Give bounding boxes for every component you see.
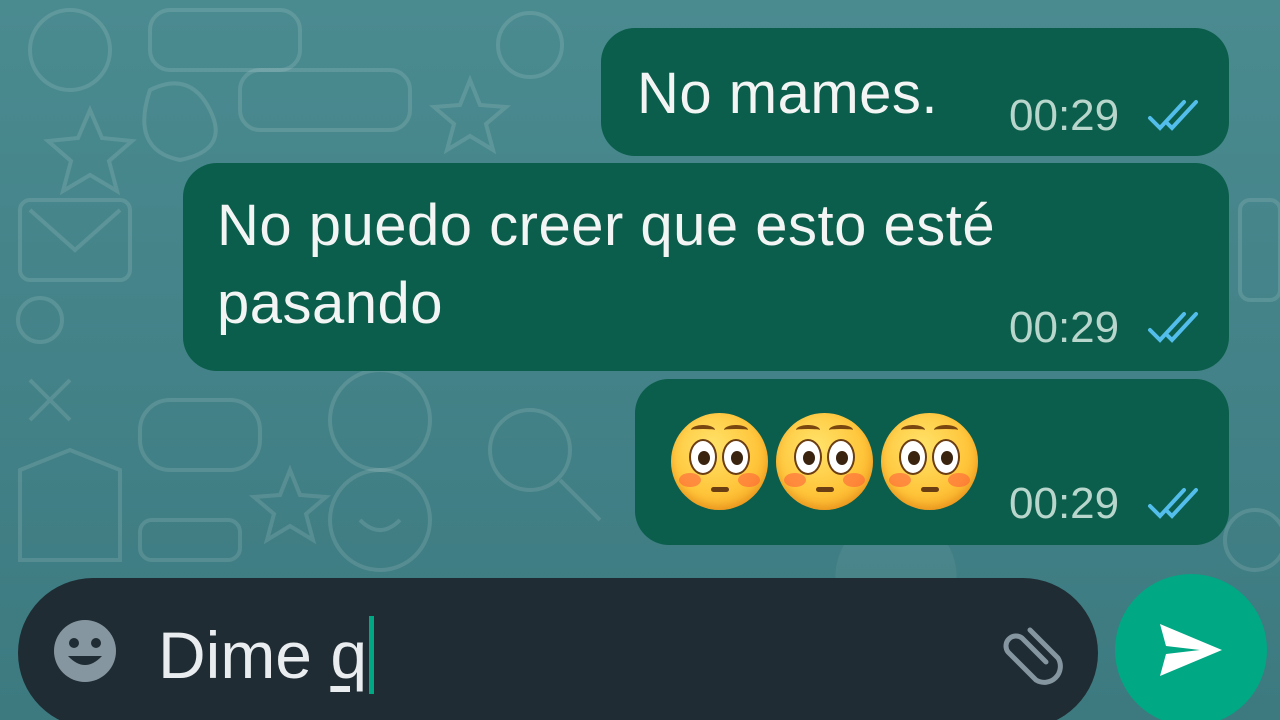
message-text: No mames. bbox=[637, 61, 939, 126]
flushed-face-emoji bbox=[776, 413, 873, 510]
message-bubble[interactable]: No puedo creer que esto esté pasando 00:… bbox=[183, 163, 1229, 371]
message-bubble[interactable]: 00:29 bbox=[635, 379, 1229, 545]
message-input-text: Dime q bbox=[158, 617, 367, 693]
flushed-face-emoji bbox=[881, 413, 978, 510]
bubble-tail bbox=[1181, 56, 1211, 86]
message-time: 00:29 bbox=[1009, 479, 1120, 528]
send-button[interactable] bbox=[1115, 574, 1267, 720]
text-caret bbox=[369, 616, 375, 694]
message-time: 00:29 bbox=[1009, 91, 1120, 140]
paperclip-icon[interactable] bbox=[988, 614, 1068, 694]
message-composer[interactable]: Dime q bbox=[18, 578, 1098, 720]
emoji-row bbox=[671, 413, 978, 510]
smiley-icon[interactable] bbox=[52, 618, 118, 684]
double-check-icon bbox=[1148, 100, 1198, 131]
message-time: 00:29 bbox=[1009, 303, 1120, 352]
double-check-icon bbox=[1148, 312, 1198, 343]
message-bubble[interactable]: No mames. 00:29 bbox=[601, 28, 1229, 156]
typed-text-underlined: q bbox=[330, 618, 368, 692]
flushed-face-emoji bbox=[671, 413, 768, 510]
double-check-icon bbox=[1148, 488, 1198, 519]
message-input[interactable]: Dime q bbox=[158, 616, 375, 694]
send-icon bbox=[1160, 624, 1222, 676]
typed-text: Dime bbox=[158, 618, 331, 692]
